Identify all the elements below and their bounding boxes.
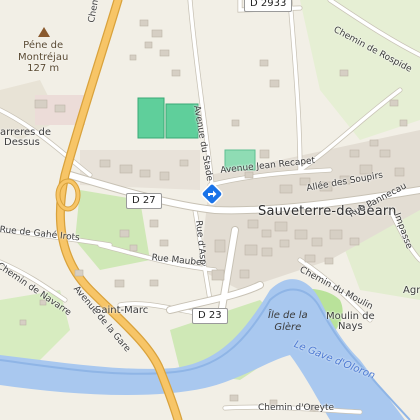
place-carreres: arreres de Dessus	[0, 127, 52, 148]
place-moulin-de-nays: Moulin de Nays	[326, 311, 375, 332]
poi-marker[interactable]	[200, 182, 224, 206]
road-shield-d27: D 27	[126, 193, 162, 209]
road-shield-d2933: D 2933	[244, 0, 293, 12]
diamond-direction-icon	[201, 183, 223, 205]
peak-triangle-icon	[38, 27, 50, 37]
island-label: Île de la Glère	[268, 310, 308, 333]
place-agr: Agr	[403, 285, 420, 296]
sports-field	[137, 97, 165, 139]
road-chemin-oreyte: Chemin d'Oreyte	[258, 403, 335, 413]
map-view[interactable]: Péne de Montréjau 127 m arreres de Dessu…	[0, 0, 420, 420]
peak-label: Péne de Montréjau 127 m	[18, 40, 69, 74]
road-shield-d23: D 23	[192, 308, 228, 324]
